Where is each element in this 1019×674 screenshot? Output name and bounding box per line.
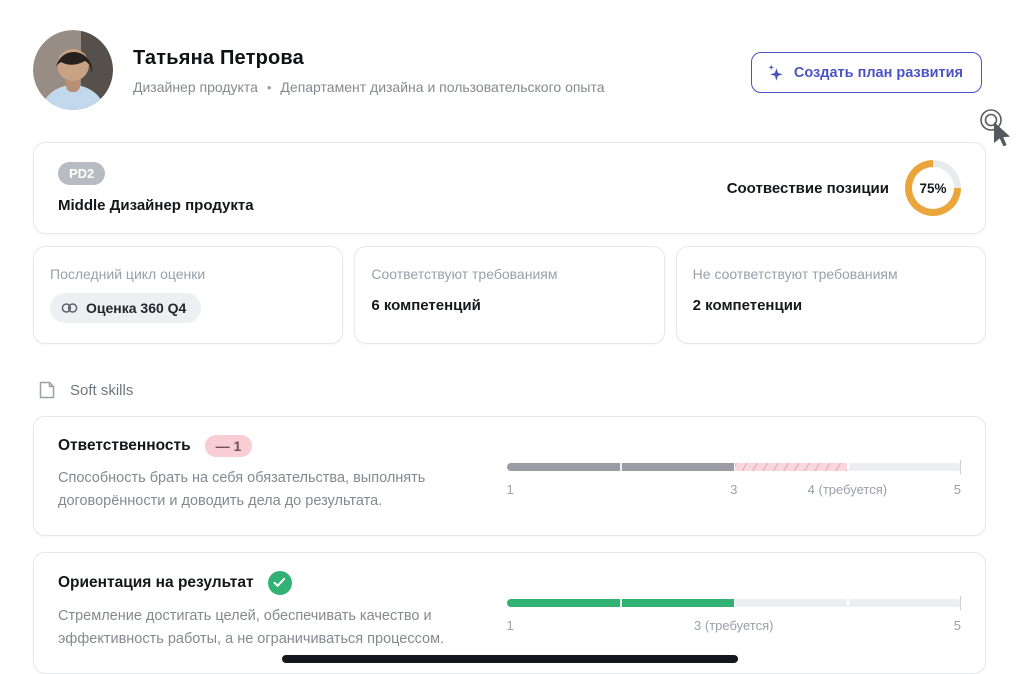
link-icon bbox=[61, 302, 78, 314]
assessment-chip[interactable]: Оценка 360 Q4 bbox=[50, 293, 201, 323]
last-cycle-card: Последний цикл оценки Оценка 360 Q4 bbox=[33, 246, 343, 344]
competency-info: Ориентация на результат Стремление дости… bbox=[58, 571, 507, 651]
employee-subtitle: Дизайнер продукта • Департамент дизайна … bbox=[133, 79, 605, 95]
competency-scale: 134 (требуется)5 bbox=[507, 435, 961, 498]
competency-title: Ориентация на результат bbox=[58, 574, 254, 592]
not-meets-requirements-value: 2 компетенции bbox=[693, 297, 969, 314]
competency-description: Способность брать на себя обязательства,… bbox=[58, 467, 507, 513]
employee-department: Департамент дизайна и пользовательского … bbox=[280, 79, 604, 95]
competency-card-responsibility: Ответственность — 1 Способность брать на… bbox=[33, 416, 986, 536]
profile-header: Татьяна Петрова Дизайнер продукта • Депа… bbox=[33, 30, 986, 110]
position-info: PD2 Middle Дизайнер продукта bbox=[58, 162, 254, 214]
deficit-badge: — 1 bbox=[205, 435, 253, 457]
grade-badge: PD2 bbox=[58, 162, 105, 185]
employee-role: Дизайнер продукта bbox=[133, 79, 258, 95]
position-match-percent: 75% bbox=[919, 181, 946, 196]
position-match-card: PD2 Middle Дизайнер продукта Соотвествие… bbox=[33, 142, 986, 234]
competency-scale: 13 (требуется)5 bbox=[507, 571, 961, 634]
employee-profile-page: Татьяна Петрова Дизайнер продукта • Депа… bbox=[0, 0, 1019, 674]
position-match-label: Соотвествие позиции bbox=[727, 180, 889, 197]
check-icon bbox=[273, 577, 286, 588]
competency-bar-labels: 13 (требуется)5 bbox=[507, 618, 961, 634]
separator-dot: • bbox=[267, 80, 272, 95]
avatar-photo-placeholder bbox=[33, 30, 113, 110]
competency-bar bbox=[507, 463, 961, 471]
competency-title: Ответственность bbox=[58, 437, 191, 455]
not-meets-requirements-label: Не соответствуют требованиям bbox=[693, 266, 969, 282]
meets-requirements-value: 6 компетенций bbox=[371, 297, 647, 314]
competency-description: Стремление достигать целей, обеспечивать… bbox=[58, 605, 507, 651]
not-meets-requirements-card: Не соответствуют требованиям 2 компетенц… bbox=[676, 246, 986, 344]
soft-skills-section-header: Soft skills bbox=[33, 380, 986, 400]
avatar bbox=[33, 30, 113, 110]
last-cycle-label: Последний цикл оценки bbox=[50, 266, 326, 282]
soft-skills-title: Soft skills bbox=[70, 382, 133, 399]
mouse-pointer-icon bbox=[994, 122, 1010, 146]
meets-check-badge bbox=[268, 571, 292, 595]
create-development-plan-label: Создать план развития bbox=[794, 65, 963, 81]
employee-identity: Татьяна Петрова Дизайнер продукта • Депа… bbox=[133, 45, 605, 95]
document-icon bbox=[37, 380, 57, 400]
meets-requirements-label: Соответствуют требованиям bbox=[371, 266, 647, 282]
position-title: Middle Дизайнер продукта bbox=[58, 197, 254, 214]
meets-requirements-card: Соответствуют требованиям 6 компетенций bbox=[354, 246, 664, 344]
competency-bar-labels: 134 (требуется)5 bbox=[507, 482, 961, 498]
home-indicator bbox=[282, 655, 738, 663]
position-match-ring: 75% bbox=[905, 160, 961, 216]
position-match: Соотвествие позиции 75% bbox=[727, 160, 961, 216]
employee-name: Татьяна Петрова bbox=[133, 47, 605, 70]
assessment-chip-label: Оценка 360 Q4 bbox=[86, 300, 186, 316]
competency-bar bbox=[507, 599, 961, 607]
stats-row: Последний цикл оценки Оценка 360 Q4 Соот… bbox=[33, 246, 986, 344]
create-development-plan-button[interactable]: Создать план развития bbox=[751, 52, 982, 93]
competency-info: Ответственность — 1 Способность брать на… bbox=[58, 435, 507, 513]
sparkles-icon bbox=[766, 63, 785, 82]
